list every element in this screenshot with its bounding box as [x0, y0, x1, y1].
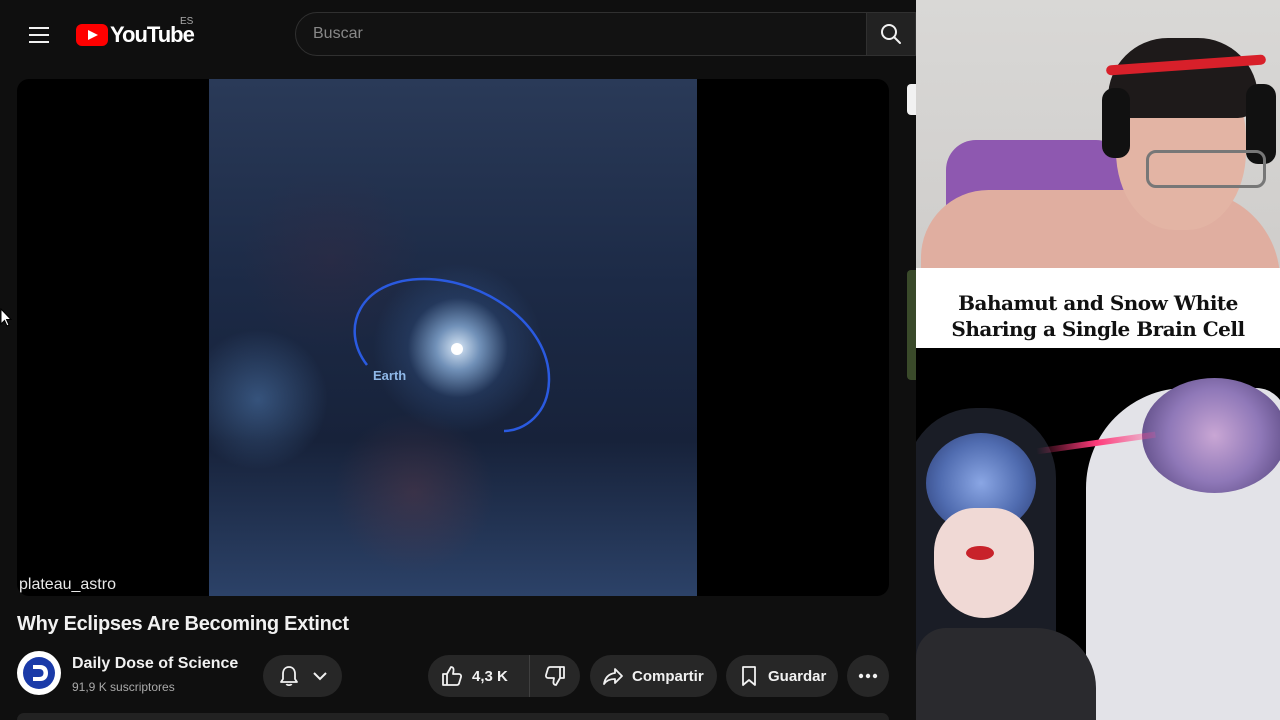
webcam-overlay — [916, 0, 1280, 268]
mouse-cursor-icon — [0, 308, 12, 327]
description-box-edge[interactable] — [17, 713, 889, 720]
earth-label: Earth — [373, 368, 407, 383]
bahamut-eye — [966, 546, 994, 560]
bell-icon — [279, 666, 298, 687]
video-title: Why Eclipses Are Becoming Extinct — [17, 613, 349, 635]
search-box — [295, 12, 867, 56]
logo-country-code: ES — [180, 16, 194, 27]
like-count: 4,3 K — [472, 667, 508, 685]
promo-overlay: Bahamut and Snow White Sharing a Single … — [916, 268, 1280, 720]
earth-point — [451, 343, 463, 355]
dislike-button[interactable] — [530, 655, 580, 697]
search-icon — [881, 24, 901, 44]
headset-icon — [1102, 88, 1130, 158]
save-label: Guardar — [768, 667, 827, 685]
bahamut-armor — [916, 628, 1096, 720]
like-button[interactable]: 4,3 K — [428, 655, 530, 697]
promo-title-line2: Sharing a Single Brain Cell — [951, 317, 1245, 341]
search-input[interactable] — [296, 13, 866, 55]
top-bar: YouTube ES — [0, 0, 916, 70]
promo-artwork — [916, 348, 1280, 720]
video-watermark: plateau_astro — [19, 576, 116, 593]
orbit-path — [353, 277, 551, 433]
promo-title: Bahamut and Snow White Sharing a Single … — [916, 290, 1280, 342]
share-label: Compartir — [632, 667, 704, 685]
more-actions-button[interactable] — [847, 655, 889, 697]
notification-button[interactable] — [263, 655, 342, 697]
subscriber-count: 91,9 K suscriptores — [72, 680, 175, 694]
video-player[interactable]: Earth plateau_astro — [17, 79, 889, 596]
menu-button[interactable] — [22, 18, 56, 52]
channel-name[interactable]: Daily Dose of Science — [72, 655, 238, 673]
search-button[interactable] — [867, 12, 916, 56]
save-icon — [742, 666, 756, 686]
video-frame: Earth — [209, 79, 697, 596]
sidebar-thumbnail-edge[interactable] — [907, 84, 916, 115]
sidebar-thumbnail-edge[interactable] — [907, 270, 916, 380]
save-button[interactable]: Guardar — [726, 655, 838, 697]
menu-icon — [29, 27, 49, 29]
chevron-down-icon — [312, 672, 327, 681]
youtube-logo[interactable]: YouTube — [76, 22, 195, 48]
dislike-icon — [544, 666, 565, 686]
streamer-hair — [1108, 38, 1258, 118]
more-icon — [858, 673, 878, 679]
like-icon — [442, 666, 463, 686]
youtube-logo-icon — [76, 24, 108, 46]
snow-white-brain — [1142, 378, 1280, 493]
share-button[interactable]: Compartir — [590, 655, 717, 697]
bahamut-face — [934, 508, 1034, 618]
like-dislike-group: 4,3 K — [428, 655, 580, 697]
channel-logo-icon — [23, 657, 55, 689]
promo-title-line1: Bahamut and Snow White — [958, 291, 1238, 315]
glasses — [1146, 150, 1266, 188]
channel-avatar[interactable] — [17, 651, 61, 695]
share-icon — [603, 668, 623, 685]
